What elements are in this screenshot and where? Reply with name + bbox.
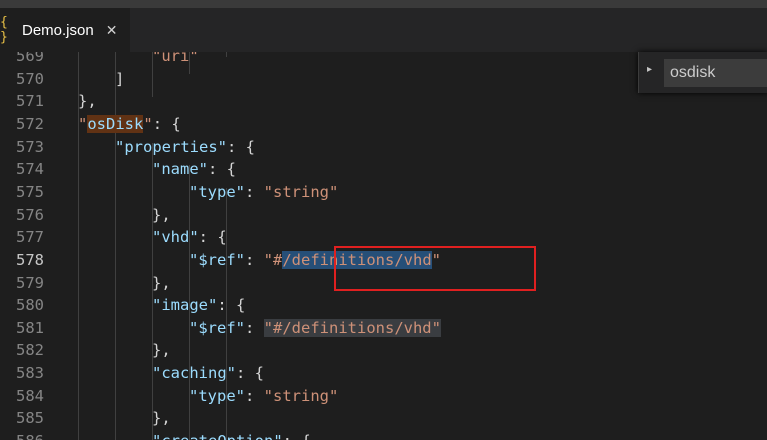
code-token: : [245,250,264,269]
code-line[interactable]: 575 "type": "string" [0,181,767,204]
tab-demo-json[interactable]: { } Demo.json ✕ [0,8,130,52]
code-text: "image": { [152,294,245,317]
code-token: }, [78,92,97,111]
code-line[interactable]: 585}, [0,407,767,430]
line-number: 583 [16,364,44,383]
line-number: 575 [16,182,44,201]
code-text: "osDisk": { [78,113,181,136]
code-token: "createOption" [152,432,283,440]
code-line[interactable]: 581 "$ref": "#/definitions/vhd" [0,317,767,340]
code-text: "name": { [152,158,236,181]
line-number: 581 [16,318,44,337]
code-token: "string" [263,386,339,405]
code-token: "$ref" [189,250,245,269]
find-input[interactable] [664,59,767,87]
tab-label: Demo.json [22,21,94,39]
find-widget: ▸ [638,52,767,93]
code-line[interactable]: 573 "properties": { [0,136,767,159]
code-line[interactable]: 571}, [0,90,767,113]
code-token: }, [152,409,171,428]
code-text: "createOption": { [152,430,311,440]
line-number: 573 [16,137,44,156]
code-text: ] [115,68,124,91]
code-token: "type" [189,182,245,201]
line-number: 574 [16,160,44,179]
code-text: "uri" [152,52,199,68]
code-text: }, [152,407,171,430]
code-token: "$ref" [189,318,245,337]
code-token: "properties" [115,137,227,156]
code-token: }, [152,341,171,360]
code-text: "vhd": { [152,226,227,249]
line-number: 579 [16,273,44,292]
code-token: "type" [189,386,245,405]
code-token: "string" [263,182,339,201]
line-number: 572 [16,114,44,133]
code-line[interactable]: 582}, [0,339,767,362]
code-token: ] [115,69,125,88]
code-text: "properties": { [115,136,255,159]
code-token: : [245,182,264,201]
code-text: "type": "string" [189,385,338,408]
code-token: " [143,114,153,133]
code-token: : [245,386,264,405]
highlight-annotation-box [334,246,536,291]
line-number: 582 [16,341,44,360]
tab-bar: { } Demo.json ✕ [0,8,767,52]
line-number: 571 [16,92,44,111]
code-token: "#/definitions/vhd" [263,318,441,337]
code-line[interactable]: 572 "osDisk": { [0,113,767,136]
code-token: osDisk [87,114,144,133]
code-token: }, [152,205,171,224]
code-token: : { [217,296,246,315]
code-token: : [245,318,264,337]
code-token: "name" [152,160,208,179]
code-token: "image" [152,296,218,315]
code-token: "caching" [152,364,236,383]
code-text: }, [152,272,171,295]
code-text: }, [78,90,97,113]
code-line[interactable]: 586 "createOption": { [0,430,767,440]
code-token: "uri" [152,52,199,65]
code-line[interactable]: 580 "image": { [0,294,767,317]
code-line[interactable]: 576}, [0,204,767,227]
code-token: : { [198,228,227,247]
title-bar [0,0,767,8]
code-token: "# [263,250,283,269]
code-token: "vhd" [152,228,199,247]
line-number: 578 [16,250,44,269]
line-number: 580 [16,296,44,315]
code-text: }, [152,339,171,362]
code-line[interactable]: 583 "caching": { [0,362,767,385]
line-number: 576 [16,205,44,224]
code-line[interactable]: 584 "type": "string" [0,385,767,408]
code-token: " [78,114,88,133]
code-line[interactable]: 574 "name": { [0,158,767,181]
line-number: 584 [16,386,44,405]
line-number: 570 [16,69,44,88]
code-text: "$ref": "#/definitions/vhd" [189,317,441,340]
line-number: 577 [16,228,44,247]
code-token: : { [283,432,311,440]
chevron-right-icon[interactable]: ▸ [647,64,652,75]
code-text: "caching": { [152,362,264,385]
json-file-icon: { } [0,15,8,45]
line-number: 586 [0,430,44,440]
code-text: }, [152,204,171,227]
code-text: "type": "string" [189,181,338,204]
code-token: : { [208,160,236,179]
line-number: 585 [16,409,44,428]
code-token: : { [152,114,181,133]
code-token: }, [152,273,171,292]
code-token: : { [226,137,255,156]
close-icon[interactable]: ✕ [106,22,118,39]
code-token: : { [236,364,264,383]
line-number: 569 [16,52,44,65]
